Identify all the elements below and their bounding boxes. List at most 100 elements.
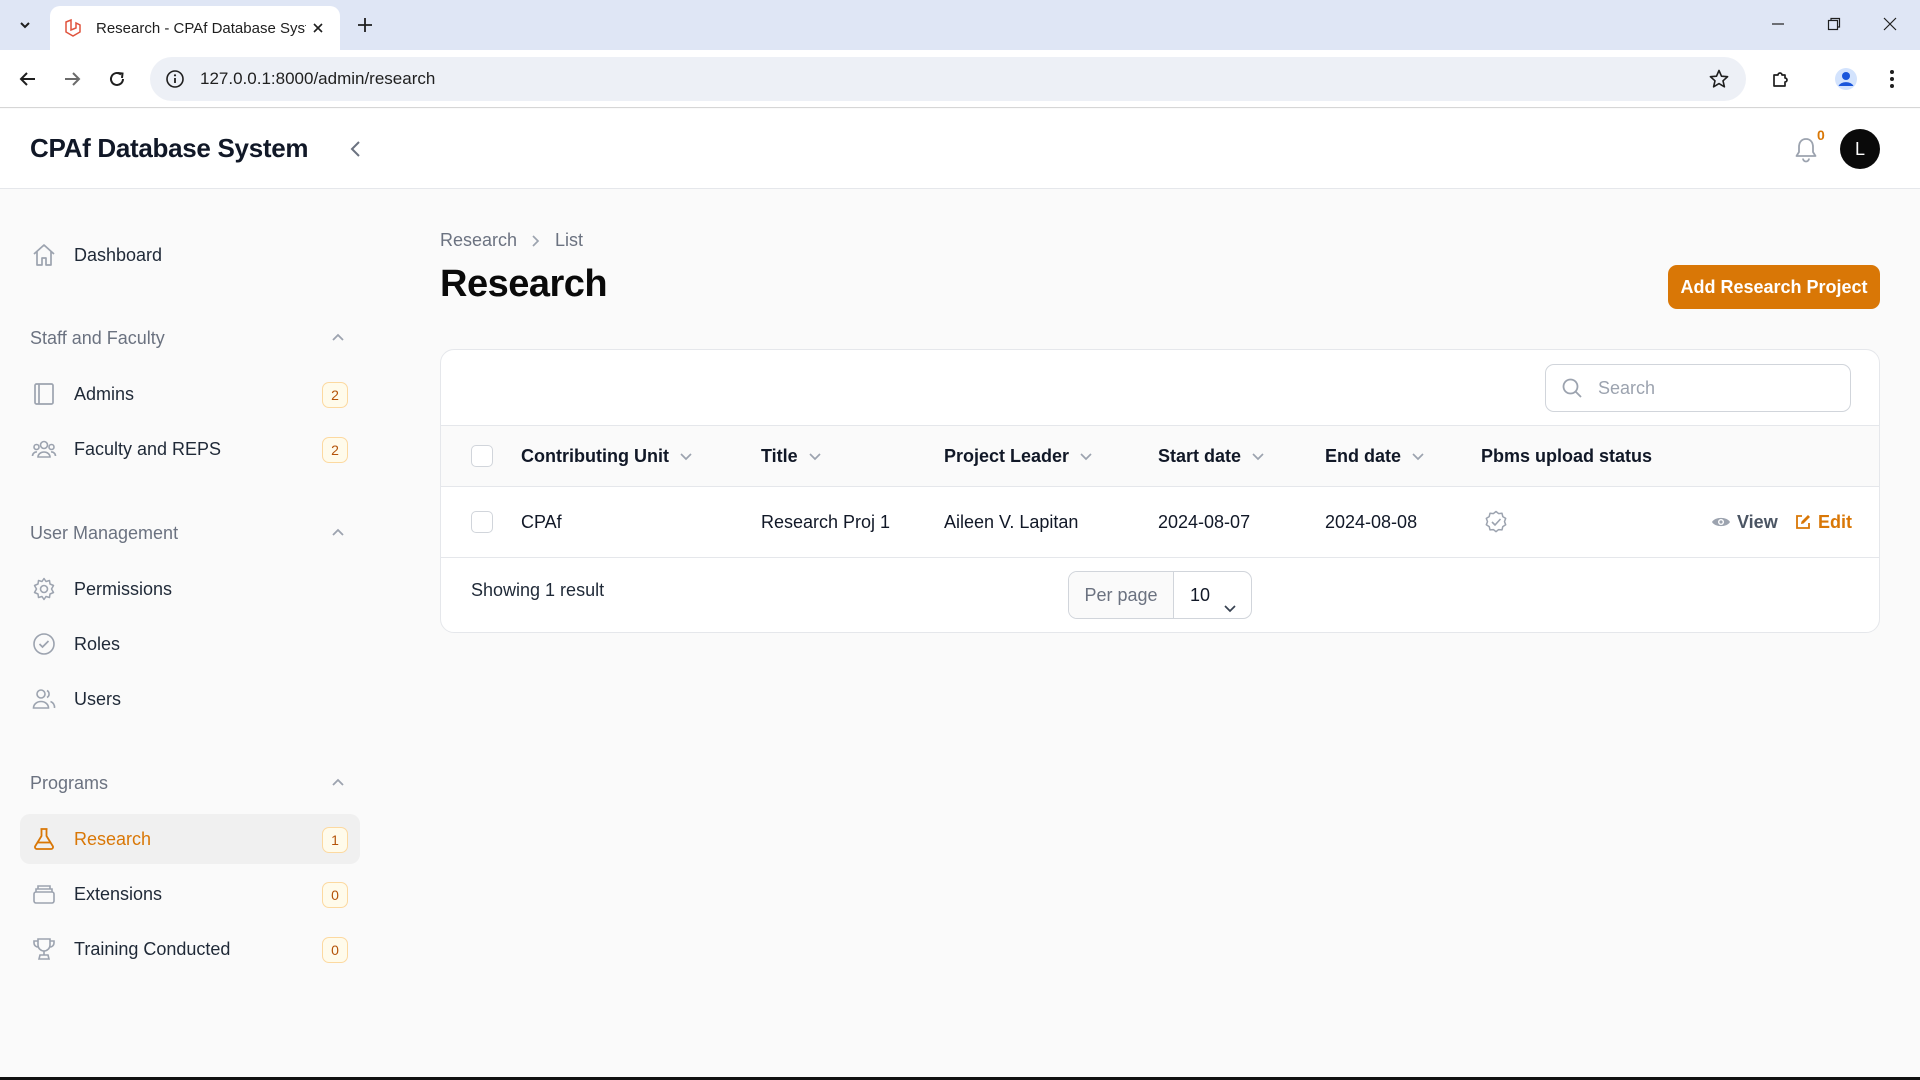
sidebar-item-dashboard[interactable]: Dashboard xyxy=(20,230,360,280)
view-button[interactable]: View xyxy=(1711,487,1778,557)
brand-title[interactable]: CPAf Database System xyxy=(30,133,308,164)
close-tab-icon[interactable] xyxy=(308,18,328,38)
count-badge: 0 xyxy=(322,882,348,908)
restore-icon xyxy=(1827,17,1841,31)
column-header-end-date[interactable]: End date xyxy=(1325,426,1425,486)
column-header-pbms-upload-status: Pbms upload status xyxy=(1481,426,1652,486)
per-page-dropdown[interactable]: 10 xyxy=(1174,584,1251,612)
chevron-up-icon[interactable] xyxy=(326,521,350,545)
results-count: Showing 1 result xyxy=(471,580,605,600)
sidebar-item-training-conducted[interactable]: Training Conducted 0 xyxy=(20,924,360,974)
browser-menu-button[interactable] xyxy=(1876,63,1908,95)
sidebar-item-label: Roles xyxy=(74,633,121,654)
column-label: Title xyxy=(761,445,798,466)
row-checkbox[interactable] xyxy=(471,511,493,533)
search-field[interactable] xyxy=(1545,364,1851,412)
site-info-icon[interactable] xyxy=(164,68,186,90)
sidebar-item-label: Permissions xyxy=(74,578,173,599)
breadcrumb: Research List xyxy=(440,230,583,251)
extensions-button[interactable] xyxy=(1765,63,1797,95)
browser-tab-active[interactable]: Research - CPAf Database System xyxy=(50,6,340,50)
edit-button[interactable]: Edit xyxy=(1794,487,1852,557)
group-user-management[interactable]: User Management xyxy=(30,519,350,547)
cell-pbms-upload-status xyxy=(1483,487,1509,557)
address-bar[interactable]: 127.0.0.1:8000/admin/research xyxy=(150,57,1746,101)
book-icon xyxy=(30,380,58,408)
chevron-left-icon xyxy=(350,141,360,157)
badge-check-icon xyxy=(30,630,58,658)
breadcrumb-research[interactable]: Research xyxy=(440,230,517,251)
sidebar-item-faculty-and-reps[interactable]: Faculty and REPS 2 xyxy=(20,424,360,474)
group-label: Programs xyxy=(30,772,109,793)
column-label: Start date xyxy=(1158,445,1242,466)
new-tab-button[interactable] xyxy=(352,12,378,38)
chevron-down-icon xyxy=(1251,449,1265,463)
per-page-value: 10 xyxy=(1190,584,1211,605)
notification-count-badge: 0 xyxy=(1817,127,1825,143)
search-input[interactable] xyxy=(1598,377,1838,399)
sidebar-item-permissions[interactable]: Permissions xyxy=(20,564,360,614)
chevron-down-icon xyxy=(20,22,30,29)
forward-button[interactable] xyxy=(56,63,88,95)
pencil-square-icon xyxy=(1794,513,1812,531)
browser-toolbar: 127.0.0.1:8000/admin/research xyxy=(0,50,1920,108)
sidebar-item-research[interactable]: Research 1 xyxy=(20,814,360,864)
chevron-down-icon xyxy=(808,449,822,463)
chevron-down-icon xyxy=(1079,449,1093,463)
chevron-down-icon xyxy=(679,449,693,463)
cell-end-date: 2024-08-08 xyxy=(1325,511,1418,532)
sidebar-item-label: Dashboard xyxy=(74,244,163,265)
sidebar-item-users[interactable]: Users xyxy=(20,674,360,724)
cell-start-date: 2024-08-07 xyxy=(1158,511,1251,532)
stack-icon xyxy=(30,880,58,908)
trophy-icon xyxy=(30,935,58,963)
count-badge: 1 xyxy=(322,827,348,853)
column-label: Project Leader xyxy=(944,445,1070,466)
tab-title: Research - CPAf Database System xyxy=(96,19,306,37)
column-header-start-date[interactable]: Start date xyxy=(1158,426,1265,486)
chevron-up-icon[interactable] xyxy=(326,326,350,350)
group-programs[interactable]: Programs xyxy=(30,769,350,797)
sidebar-item-extensions[interactable]: Extensions 0 xyxy=(20,869,360,919)
search-icon xyxy=(1560,376,1584,400)
profile-button[interactable] xyxy=(1830,63,1862,95)
reload-button[interactable] xyxy=(101,63,133,95)
column-header-title[interactable]: Title xyxy=(761,426,822,486)
sidebar-item-admins[interactable]: Admins 2 xyxy=(20,369,360,419)
sidebar-item-roles[interactable]: Roles xyxy=(20,619,360,669)
check-badge-icon xyxy=(1485,510,1507,533)
cell-contributing-unit: CPAf xyxy=(521,511,562,532)
column-header-project-leader[interactable]: Project Leader xyxy=(944,426,1093,486)
sidebar-item-label: Faculty and REPS xyxy=(74,438,222,459)
sidebar-item-label: Admins xyxy=(74,383,135,404)
arrow-left-icon xyxy=(19,72,35,86)
restore-button[interactable] xyxy=(1814,8,1854,40)
collapse-sidebar-button[interactable] xyxy=(340,133,372,165)
select-all-checkbox[interactable] xyxy=(471,445,493,467)
chevron-up-icon[interactable] xyxy=(326,771,350,795)
chevron-down-icon xyxy=(1223,599,1237,619)
user-avatar[interactable]: L xyxy=(1840,129,1880,169)
eye-icon xyxy=(1711,514,1731,530)
close-window-button[interactable] xyxy=(1870,8,1910,40)
bookmark-star-icon[interactable] xyxy=(1708,68,1730,90)
arrow-right-icon xyxy=(65,72,81,86)
research-table-card: Contributing Unit Title Project Leader S… xyxy=(440,349,1880,633)
minimize-button[interactable] xyxy=(1758,8,1798,40)
back-button[interactable] xyxy=(12,63,44,95)
cell-title: Research Proj 1 xyxy=(761,511,891,532)
reload-icon xyxy=(110,71,124,86)
cell-project-leader: Aileen V. Lapitan xyxy=(944,511,1079,532)
count-badge: 2 xyxy=(322,382,348,408)
group-label: Staff and Faculty xyxy=(30,327,165,348)
breadcrumb-list: List xyxy=(555,230,584,250)
page-title: Research xyxy=(440,263,608,305)
add-research-project-button[interactable]: Add Research Project xyxy=(1668,265,1880,309)
per-page-select[interactable]: Per page 10 xyxy=(1068,571,1252,619)
column-header-contributing-unit[interactable]: Contributing Unit xyxy=(521,426,693,486)
puzzle-icon xyxy=(1773,72,1788,87)
tab-search-button[interactable] xyxy=(9,10,41,40)
group-staff-and-faculty[interactable]: Staff and Faculty xyxy=(30,324,350,352)
table-row[interactable]: CPAf Research Proj 1 Aileen V. Lapitan 2… xyxy=(441,487,1879,558)
app-header: CPAf Database System 0 L xyxy=(0,109,1920,189)
